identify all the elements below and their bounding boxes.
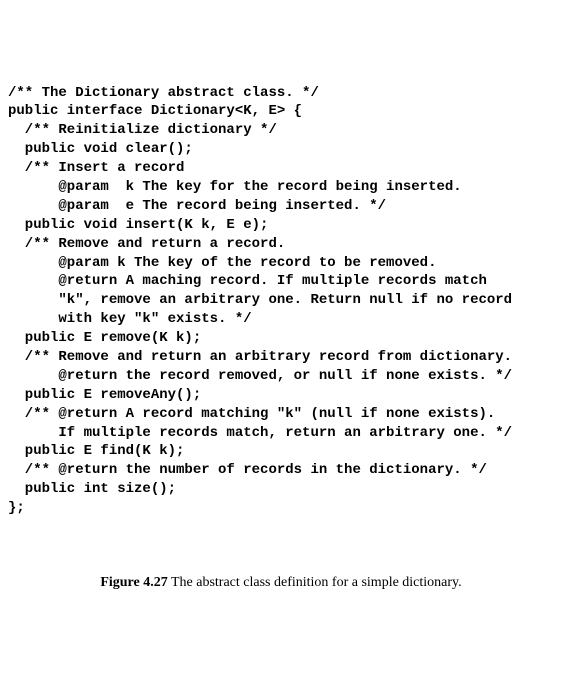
figure-label: Figure 4.27 bbox=[100, 575, 167, 590]
code-line: If multiple records match, return an arb… bbox=[8, 424, 554, 443]
code-line: @return the record removed, or null if n… bbox=[8, 367, 554, 386]
code-line: /** Remove and return an arbitrary recor… bbox=[8, 348, 554, 367]
code-line: public E find(K k); bbox=[8, 442, 554, 461]
code-line: public E removeAny(); bbox=[8, 386, 554, 405]
code-line: /** Insert a record bbox=[8, 159, 554, 178]
code-line: with key "k" exists. */ bbox=[8, 310, 554, 329]
code-line: "k", remove an arbitrary one. Return nul… bbox=[8, 291, 554, 310]
code-line: @param e The record being inserted. */ bbox=[8, 197, 554, 216]
code-line: /** @return the number of records in the… bbox=[8, 461, 554, 480]
code-line: /** Reinitialize dictionary */ bbox=[8, 121, 554, 140]
code-line: public interface Dictionary<K, E> { bbox=[8, 102, 554, 121]
code-line: /** @return A record matching "k" (null … bbox=[8, 405, 554, 424]
code-line: @param k The key of the record to be rem… bbox=[8, 254, 554, 273]
code-line: @param k The key for the record being in… bbox=[8, 178, 554, 197]
code-line: /** Remove and return a record. bbox=[8, 235, 554, 254]
code-line: public int size(); bbox=[8, 480, 554, 499]
code-line: /** The Dictionary abstract class. */ bbox=[8, 84, 554, 103]
figure-caption: Figure 4.27 The abstract class definitio… bbox=[8, 574, 554, 593]
code-line: }; bbox=[8, 499, 554, 518]
code-line: @return A maching record. If multiple re… bbox=[8, 272, 554, 291]
code-line: public void insert(K k, E e); bbox=[8, 216, 554, 235]
code-line: public E remove(K k); bbox=[8, 329, 554, 348]
code-line: public void clear(); bbox=[8, 140, 554, 159]
figure-caption-text: The abstract class definition for a simp… bbox=[168, 575, 462, 590]
code-block: /** The Dictionary abstract class. */pub… bbox=[8, 84, 554, 518]
